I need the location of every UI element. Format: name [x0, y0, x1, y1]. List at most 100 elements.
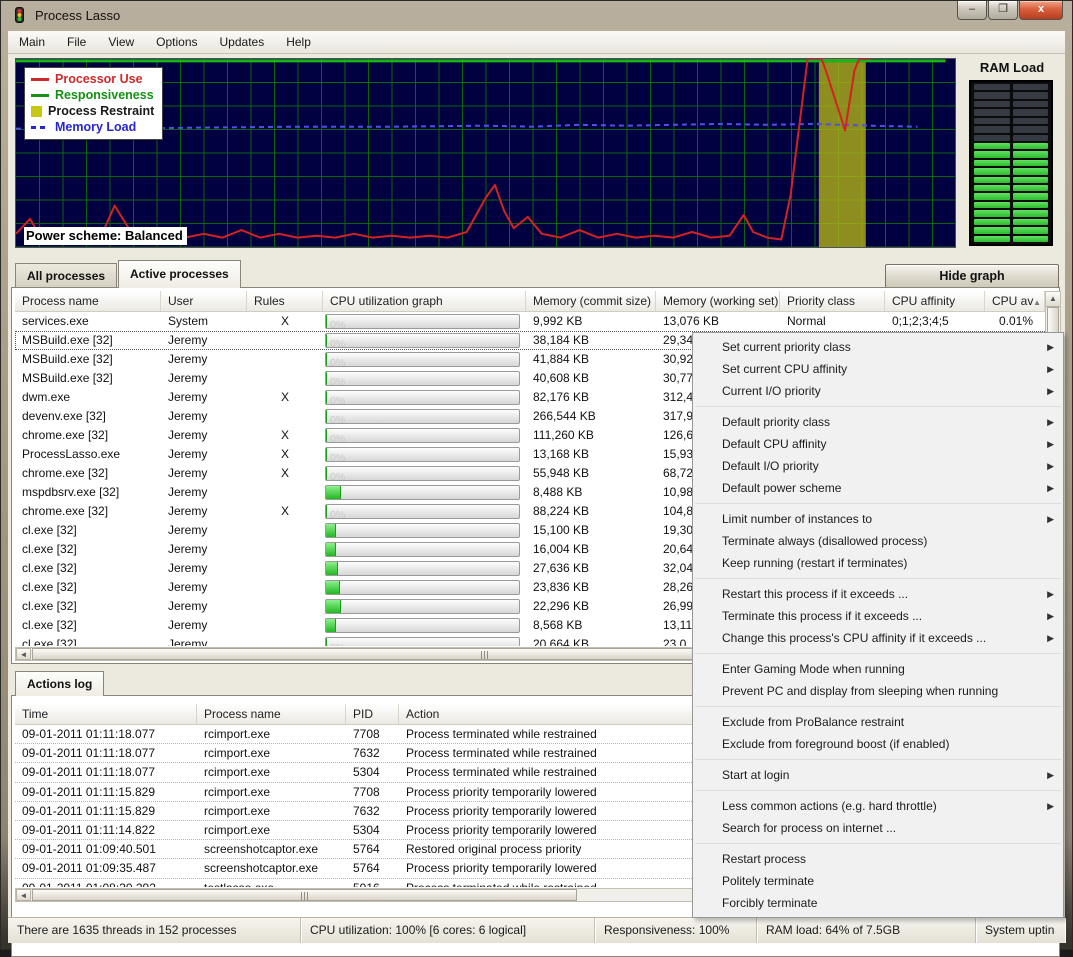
context-menu-item-exclude-from-probalance-restraint[interactable]: Exclude from ProBalance restraint	[693, 711, 1063, 733]
context-menu-item-start-at-login[interactable]: Start at login▶	[693, 764, 1063, 786]
ram-cell	[974, 210, 1010, 216]
menu-item-view[interactable]: View	[97, 32, 145, 52]
menu-item-file[interactable]: File	[56, 32, 97, 52]
titlebar[interactable]: Process Lasso – ❐ x	[1, 1, 1072, 31]
context-menu-item-politely-terminate[interactable]: Politely terminate	[693, 870, 1063, 892]
context-menu-item-exclude-from-foreground-boost-if-enabled[interactable]: Exclude from foreground boost (if enable…	[693, 733, 1063, 755]
context-menu-item-limit-number-of-instances-to[interactable]: Limit number of instances to▶	[693, 508, 1063, 530]
pid-cell: 7708	[346, 783, 399, 801]
menu-item-options[interactable]: Options	[145, 32, 208, 52]
ram-cell	[1013, 177, 1049, 183]
submenu-arrow-icon: ▶	[1047, 605, 1054, 627]
context-menu-item-default-cpu-affinity[interactable]: Default CPU affinity▶	[693, 433, 1063, 455]
ram-cell	[1013, 168, 1049, 174]
log-column-header-pid[interactable]: PID	[346, 704, 399, 724]
context-menu-item-set-current-priority-class[interactable]: Set current priority class▶	[693, 336, 1063, 358]
ram-segment	[974, 84, 1048, 90]
context-menu-item-set-current-cpu-affinity[interactable]: Set current CPU affinity▶	[693, 358, 1063, 380]
submenu-arrow-icon: ▶	[1047, 433, 1054, 455]
tab-actions-log[interactable]: Actions log	[15, 671, 104, 696]
context-menu-item-search-for-process-on-internet[interactable]: Search for process on internet ...	[693, 817, 1063, 839]
tab-active-processes[interactable]: Active processes	[118, 260, 241, 288]
pid-cell: 7632	[346, 744, 399, 762]
user-cell: Jeremy	[161, 483, 247, 502]
cpu-bar	[325, 599, 520, 614]
column-header-cpu-utilization-graph[interactable]: CPU utilization graph	[323, 291, 526, 311]
ram-segment	[974, 101, 1048, 107]
cpu-bar	[325, 485, 520, 500]
column-header-user[interactable]: User	[161, 291, 247, 311]
ram-cell	[1013, 84, 1049, 90]
sort-ascending-icon: ▲	[1033, 293, 1041, 311]
cpu-bar-fill	[326, 600, 341, 613]
context-menu-item-terminate-always-disallowed-process[interactable]: Terminate always (disallowed process)	[693, 530, 1063, 552]
context-menu-item-terminate-this-process-if-it-exceeds[interactable]: Terminate this process if it exceeds ...…	[693, 605, 1063, 627]
cpu-bar-fill	[326, 486, 341, 499]
column-header-process-name[interactable]: Process name	[15, 291, 161, 311]
ram-cell	[1013, 92, 1049, 98]
context-menu-item-default-priority-class[interactable]: Default priority class▶	[693, 411, 1063, 433]
scroll-left-icon[interactable]: ◄	[16, 648, 31, 660]
context-menu-item-default-power-scheme[interactable]: Default power scheme▶	[693, 477, 1063, 499]
hide-graph-button[interactable]: Hide graph	[885, 264, 1059, 288]
log-column-header-process-name[interactable]: Process name	[197, 704, 346, 724]
cpu-utilization-cell	[323, 578, 526, 597]
ram-cell	[974, 101, 1010, 107]
process-name-cell: cl.exe [32]	[15, 559, 161, 578]
context-menu-item-less-common-actions-e-g-hard-throttle[interactable]: Less common actions (e.g. hard throttle)…	[693, 795, 1063, 817]
context-menu-item-change-this-process-s-cpu-affinity-if-it-exceeds[interactable]: Change this process's CPU affinity if it…	[693, 627, 1063, 649]
menu-item-updates[interactable]: Updates	[209, 32, 276, 52]
tab-all-processes[interactable]: All processes	[15, 263, 117, 287]
legend-label: Memory Load	[55, 120, 136, 134]
column-header-priority-class[interactable]: Priority class	[780, 291, 885, 311]
minimize-button[interactable]: –	[957, 1, 987, 20]
ram-cell	[1013, 109, 1049, 115]
column-header-memory-working-set-[interactable]: Memory (working set)	[656, 291, 780, 311]
menu-separator	[695, 503, 1061, 504]
maximize-button[interactable]: ❐	[988, 1, 1018, 20]
memory-commit-cell: 8,488 KB	[526, 483, 656, 502]
cpu-bar-fill	[326, 543, 336, 556]
process-name-cell: cl.exe [32]	[15, 540, 161, 559]
submenu-arrow-icon: ▶	[1047, 627, 1054, 649]
cpu-utilization-cell: 0%	[323, 350, 526, 369]
context-menu-item-default-i-o-priority[interactable]: Default I/O priority▶	[693, 455, 1063, 477]
menu-item-help[interactable]: Help	[275, 32, 322, 52]
ram-cell	[974, 118, 1010, 124]
menu-separator	[695, 843, 1061, 844]
ram-cell	[1013, 143, 1049, 149]
cpu-utilization-cell: 0%	[323, 407, 526, 426]
user-cell: Jeremy	[161, 578, 247, 597]
context-menu-item-enter-gaming-mode-when-running[interactable]: Enter Gaming Mode when running	[693, 658, 1063, 680]
memory-commit-cell: 55,948 KB	[526, 464, 656, 483]
cpu-utilization-cell: 0%	[323, 369, 526, 388]
column-header-cpu-av[interactable]: CPU av▲	[985, 291, 1045, 311]
close-button[interactable]: x	[1019, 1, 1063, 20]
cpu-bar-label: 0%	[330, 639, 345, 646]
context-menu-item-current-i-o-priority[interactable]: Current I/O priority▶	[693, 380, 1063, 402]
app-window: Process Lasso – ❐ x MainFileViewOptionsU…	[0, 0, 1073, 950]
process-row[interactable]: services.exeSystemX0%9,992 KB13,076 KBNo…	[15, 312, 1045, 331]
cpu-bar: 0%	[325, 352, 520, 367]
ram-segment	[974, 202, 1048, 208]
process-name-cell: MSBuild.exe [32]	[15, 350, 161, 369]
log-column-header-time[interactable]: Time	[15, 704, 197, 724]
user-cell: Jeremy	[161, 388, 247, 407]
context-menu-item-restart-this-process-if-it-exceeds[interactable]: Restart this process if it exceeds ...▶	[693, 583, 1063, 605]
scroll-left-icon[interactable]: ◄	[16, 889, 31, 901]
context-menu-item-keep-running-restart-if-terminates[interactable]: Keep running (restart if terminates)	[693, 552, 1063, 574]
rules-cell	[247, 559, 323, 578]
ram-segment	[974, 210, 1048, 216]
menu-item-main[interactable]: Main	[8, 32, 56, 52]
context-menu-item-prevent-pc-and-display-from-sleeping-when-running[interactable]: Prevent PC and display from sleeping whe…	[693, 680, 1063, 702]
hscroll-thumb[interactable]	[32, 889, 577, 901]
context-menu-item-forcibly-terminate[interactable]: Forcibly terminate	[693, 892, 1063, 914]
context-menu-item-restart-process[interactable]: Restart process	[693, 848, 1063, 870]
process-name-cell: MSBuild.exe [32]	[15, 331, 161, 350]
column-header-cpu-affinity[interactable]: CPU affinity	[885, 291, 985, 311]
column-header-memory-commit-size-[interactable]: Memory (commit size)	[526, 291, 656, 311]
scroll-up-icon[interactable]: ▲	[1046, 292, 1060, 307]
submenu-arrow-icon: ▶	[1047, 795, 1054, 817]
column-header-rules[interactable]: Rules	[247, 291, 323, 311]
ram-segment	[974, 236, 1048, 242]
